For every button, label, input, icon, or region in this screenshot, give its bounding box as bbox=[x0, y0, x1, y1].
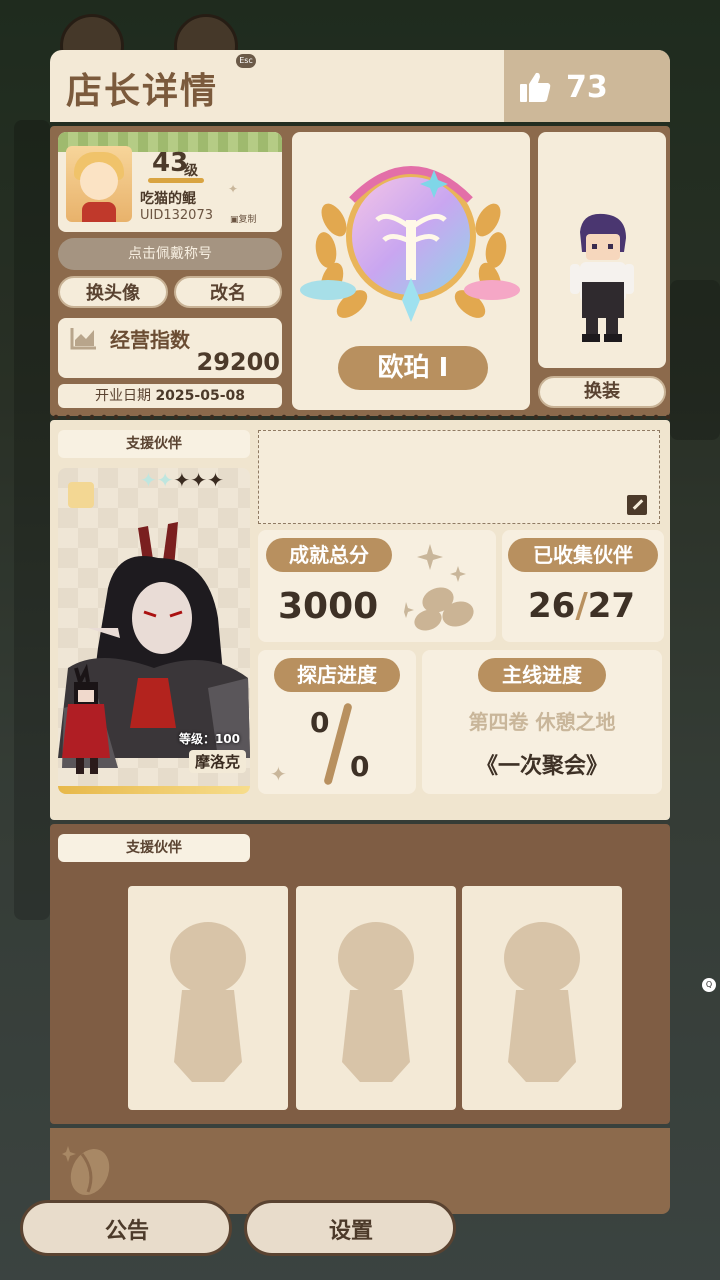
edit-icon[interactable] bbox=[627, 495, 647, 515]
star-icon: ✦ bbox=[190, 468, 208, 492]
coffee-bean-icon bbox=[62, 1146, 110, 1196]
level-unit: 级 bbox=[184, 163, 198, 179]
collected-partners-label: 已收集伙伴 bbox=[508, 538, 658, 572]
notice-button[interactable]: 公告 bbox=[20, 1200, 232, 1256]
support-partners-tag: 支援伙伴 bbox=[58, 834, 250, 862]
settings-button[interactable]: 设置 bbox=[244, 1200, 456, 1256]
star-icon: ✦ bbox=[207, 468, 224, 492]
explore-progress-label: 探店进度 bbox=[274, 658, 400, 692]
change-outfit-button[interactable]: 换装 bbox=[538, 376, 666, 408]
page-title: 店长详情 bbox=[66, 71, 219, 112]
level-progress-bar bbox=[148, 178, 204, 183]
profile-card: 43 级 吃猫的鲲 UID132073 ▣复制 ✦ bbox=[58, 132, 282, 232]
collected-partners-value: 26/27 bbox=[528, 586, 635, 626]
esc-hint-badge[interactable]: Esc bbox=[236, 54, 256, 68]
avatar[interactable] bbox=[66, 146, 132, 222]
copy-label: 复制 bbox=[238, 215, 257, 225]
element-icon bbox=[68, 482, 94, 508]
coffee-beans-icon bbox=[404, 544, 474, 631]
open-date: 开业日期 2025-05-08 bbox=[58, 384, 282, 408]
collected-count: 26 bbox=[528, 586, 576, 626]
achievement-score-label: 成就总分 bbox=[266, 538, 392, 572]
support-partners-section: 支援伙伴 bbox=[50, 824, 670, 1124]
notice-label: 公告 bbox=[105, 1219, 150, 1244]
explore-progress-card: 探店进度 0 0 ✦ bbox=[258, 650, 416, 794]
partner-name: 摩洛克 bbox=[188, 750, 246, 773]
main-story-chapter: 第四卷 休憩之地 bbox=[468, 710, 616, 734]
player-nickname: 吃猫的鲲 bbox=[140, 191, 196, 207]
settings-label: 设置 bbox=[329, 1219, 374, 1244]
support-slot-3[interactable] bbox=[462, 886, 622, 1110]
star-icon: ✦ bbox=[156, 468, 174, 492]
achievement-section: 支援伙伴 ✦✦✦✦✦ 等级：100 摩洛克 成就总分 3000 已收集伙伴 26… bbox=[50, 420, 670, 820]
star-icon: ✦ bbox=[140, 468, 157, 492]
main-story-label: 主线进度 bbox=[478, 658, 606, 692]
opal-rank-emblem-icon bbox=[300, 166, 520, 322]
support-partner-tag: 支援伙伴 bbox=[58, 430, 250, 458]
panel-header: 店长详情 Esc 73 bbox=[50, 50, 670, 122]
business-index-card: 经营指数 29200 bbox=[58, 318, 282, 378]
open-date-label: 开业日期 bbox=[94, 388, 151, 404]
featured-partner-card[interactable]: ✦✦✦✦✦ 等级：100 摩洛克 bbox=[58, 468, 250, 794]
rarity-stars: ✦✦✦✦✦ bbox=[140, 468, 224, 492]
q-key-hint-icon: Q bbox=[702, 978, 716, 992]
wear-title-button[interactable]: 点击佩戴称号 bbox=[58, 238, 282, 270]
empty-partner-silhouette-icon bbox=[504, 922, 580, 1082]
achievement-score-card: 成就总分 3000 bbox=[258, 530, 496, 642]
signature-box[interactable] bbox=[258, 430, 660, 524]
sparkle-icon: ✦ bbox=[270, 762, 287, 786]
main-story-progress-card[interactable]: 主线进度 第四卷 休憩之地 《一次聚会》 bbox=[422, 650, 662, 794]
collected-partners-card: 已收集伙伴 26/27 bbox=[502, 530, 664, 642]
shopkeeper-detail-panel: 店长详情 Esc 73 43 级 吃猫的鲲 UID132073 ▣复制 ✦ 点击… bbox=[50, 50, 670, 1214]
like-button[interactable]: 73 bbox=[504, 50, 670, 122]
rank-card[interactable]: 欧珀 I bbox=[292, 132, 530, 410]
explore-progress-value: 0 bbox=[310, 706, 330, 739]
character-outfit-preview bbox=[538, 132, 666, 368]
business-index-value: 29200 bbox=[196, 348, 281, 376]
achievement-score-value: 3000 bbox=[278, 586, 379, 627]
like-count: 73 bbox=[566, 70, 608, 105]
rank-label: 欧珀 I bbox=[338, 346, 488, 390]
explore-progress-total: 0 bbox=[350, 750, 370, 783]
open-date-value: 2025-05-08 bbox=[155, 388, 245, 404]
support-slot-2[interactable] bbox=[296, 886, 456, 1110]
rarity-bar bbox=[58, 786, 250, 794]
main-story-episode: 《一次聚会》 bbox=[475, 754, 608, 779]
partner-level: 等级：100 bbox=[178, 732, 240, 746]
character-sprite-icon bbox=[570, 213, 634, 342]
copy-uid-button[interactable]: ▣复制 bbox=[230, 212, 257, 225]
fraction-slash: / bbox=[575, 586, 588, 626]
star-icon: ✦ bbox=[173, 468, 191, 492]
player-level: 43 bbox=[152, 148, 189, 178]
change-avatar-button[interactable]: 换头像 bbox=[58, 276, 168, 308]
collected-total: 27 bbox=[587, 586, 636, 626]
chart-icon bbox=[70, 328, 96, 350]
profile-section: 43 级 吃猫的鲲 UID132073 ▣复制 ✦ 点击佩戴称号 换头像 改名 … bbox=[50, 126, 670, 416]
business-index-label: 经营指数 bbox=[110, 328, 190, 352]
support-slot-1[interactable] bbox=[128, 886, 288, 1110]
thumbs-up-icon bbox=[520, 72, 551, 102]
sparkle-icon: ✦ bbox=[228, 182, 239, 196]
empty-partner-silhouette-icon bbox=[338, 922, 414, 1082]
player-uid: UID132073 bbox=[140, 208, 213, 223]
rename-button[interactable]: 改名 bbox=[174, 276, 282, 308]
empty-partner-silhouette-icon bbox=[170, 922, 246, 1082]
